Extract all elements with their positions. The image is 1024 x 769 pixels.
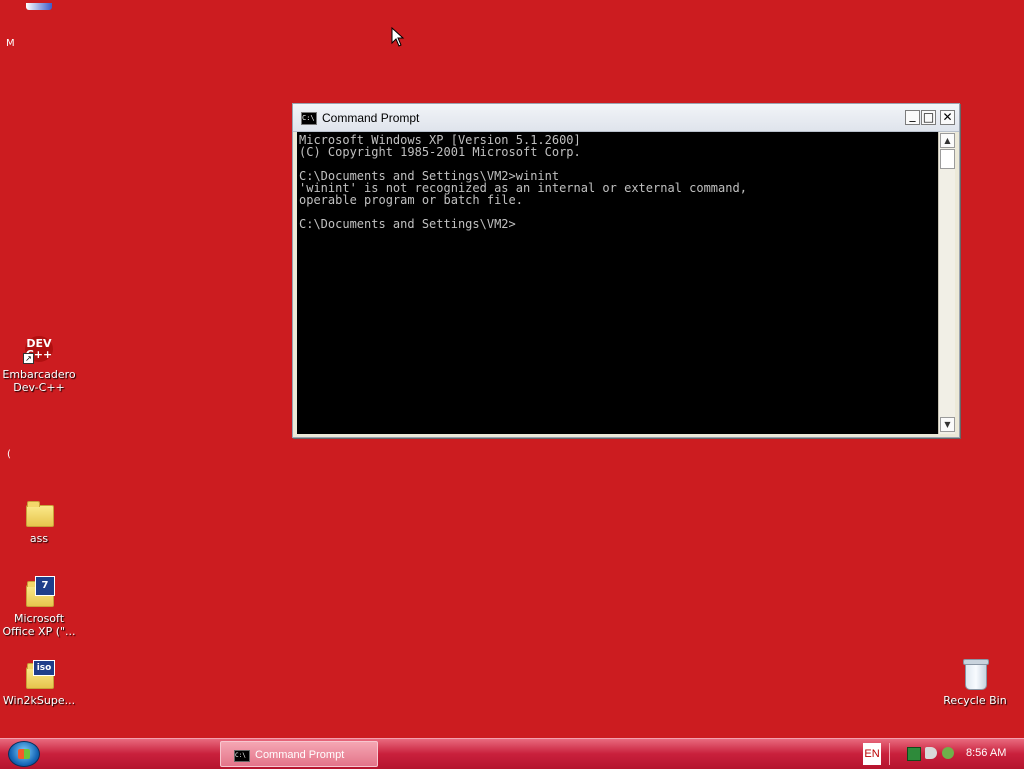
taskbar: C:\ Command Prompt EN 8:56 AM <box>0 738 1024 769</box>
office-badge: 7 <box>35 576 55 596</box>
safely-remove-hardware-icon[interactable] <box>942 747 954 759</box>
partial-desktop-label-mid: ( <box>7 449 11 460</box>
desktop-icon-recycle-bin[interactable]: Recycle Bin <box>936 658 1014 707</box>
maximize-button[interactable]: □ <box>921 110 936 125</box>
dev-cpp-icon: DEV C++ ↗ <box>23 332 55 364</box>
desktop-icon-ass[interactable]: ass <box>0 496 78 545</box>
taskbar-item-label: Command Prompt <box>255 749 345 761</box>
console-output[interactable]: Microsoft Windows XP [Version 5.1.2600] … <box>297 132 938 434</box>
scrollbar-thumb[interactable] <box>940 149 955 169</box>
minimize-button[interactable]: _ <box>905 109 920 125</box>
cmd-icon: C:\ <box>301 112 317 125</box>
desktop-icon-label: ass <box>29 532 49 545</box>
partial-icon-image <box>26 3 52 10</box>
cmd-icon: C:\ <box>234 750 250 762</box>
volume-icon[interactable] <box>925 747 937 759</box>
iso-badge: iso <box>33 660 55 676</box>
tray-separator <box>889 743 890 765</box>
shortcut-arrow-icon: ↗ <box>23 353 34 364</box>
desktop-icon-win2ksupe[interactable]: iso Win2kSupe... <box>0 658 78 707</box>
scroll-down-icon[interactable]: ▼ <box>940 417 955 432</box>
recycle-bin-icon <box>959 658 991 690</box>
office-folder-icon: 7 <box>23 576 55 608</box>
start-button[interactable] <box>8 741 40 767</box>
taskbar-item-command-prompt[interactable]: C:\ Command Prompt <box>220 741 378 767</box>
folder-icon <box>23 496 55 528</box>
desktop-icon-label: Recycle Bin <box>943 694 1007 707</box>
vertical-scrollbar[interactable]: ▲ ▼ <box>938 132 955 434</box>
window-title: Command Prompt <box>322 111 420 125</box>
mouse-cursor-icon <box>391 27 405 47</box>
window-titlebar[interactable]: C:\ Command Prompt _ □ ✕ <box>293 104 959 132</box>
desktop-icon-dev-cpp[interactable]: DEV C++ ↗ Embarcadero Dev-C++ <box>0 332 78 394</box>
command-prompt-window[interactable]: C:\ Command Prompt _ □ ✕ Microsoft Windo… <box>292 103 960 438</box>
desktop-icon-label: Embarcadero Dev-C++ <box>2 368 76 394</box>
partial-desktop-icon-top[interactable] <box>24 0 56 12</box>
desktop-icon-label: Microsoft Office XP ("... <box>2 612 76 638</box>
close-button[interactable]: ✕ <box>940 110 955 125</box>
scroll-up-icon[interactable]: ▲ <box>940 133 955 148</box>
clock[interactable]: 8:56 AM <box>966 747 1006 759</box>
partial-desktop-label-top: M <box>6 38 15 49</box>
desktop-icon-office-xp[interactable]: 7 Microsoft Office XP ("... <box>0 576 78 638</box>
language-indicator[interactable]: EN <box>863 743 881 765</box>
iso-folder-icon: iso <box>23 658 55 690</box>
network-icon[interactable] <box>907 747 921 761</box>
desktop-icon-label: Win2kSupe... <box>2 694 76 707</box>
